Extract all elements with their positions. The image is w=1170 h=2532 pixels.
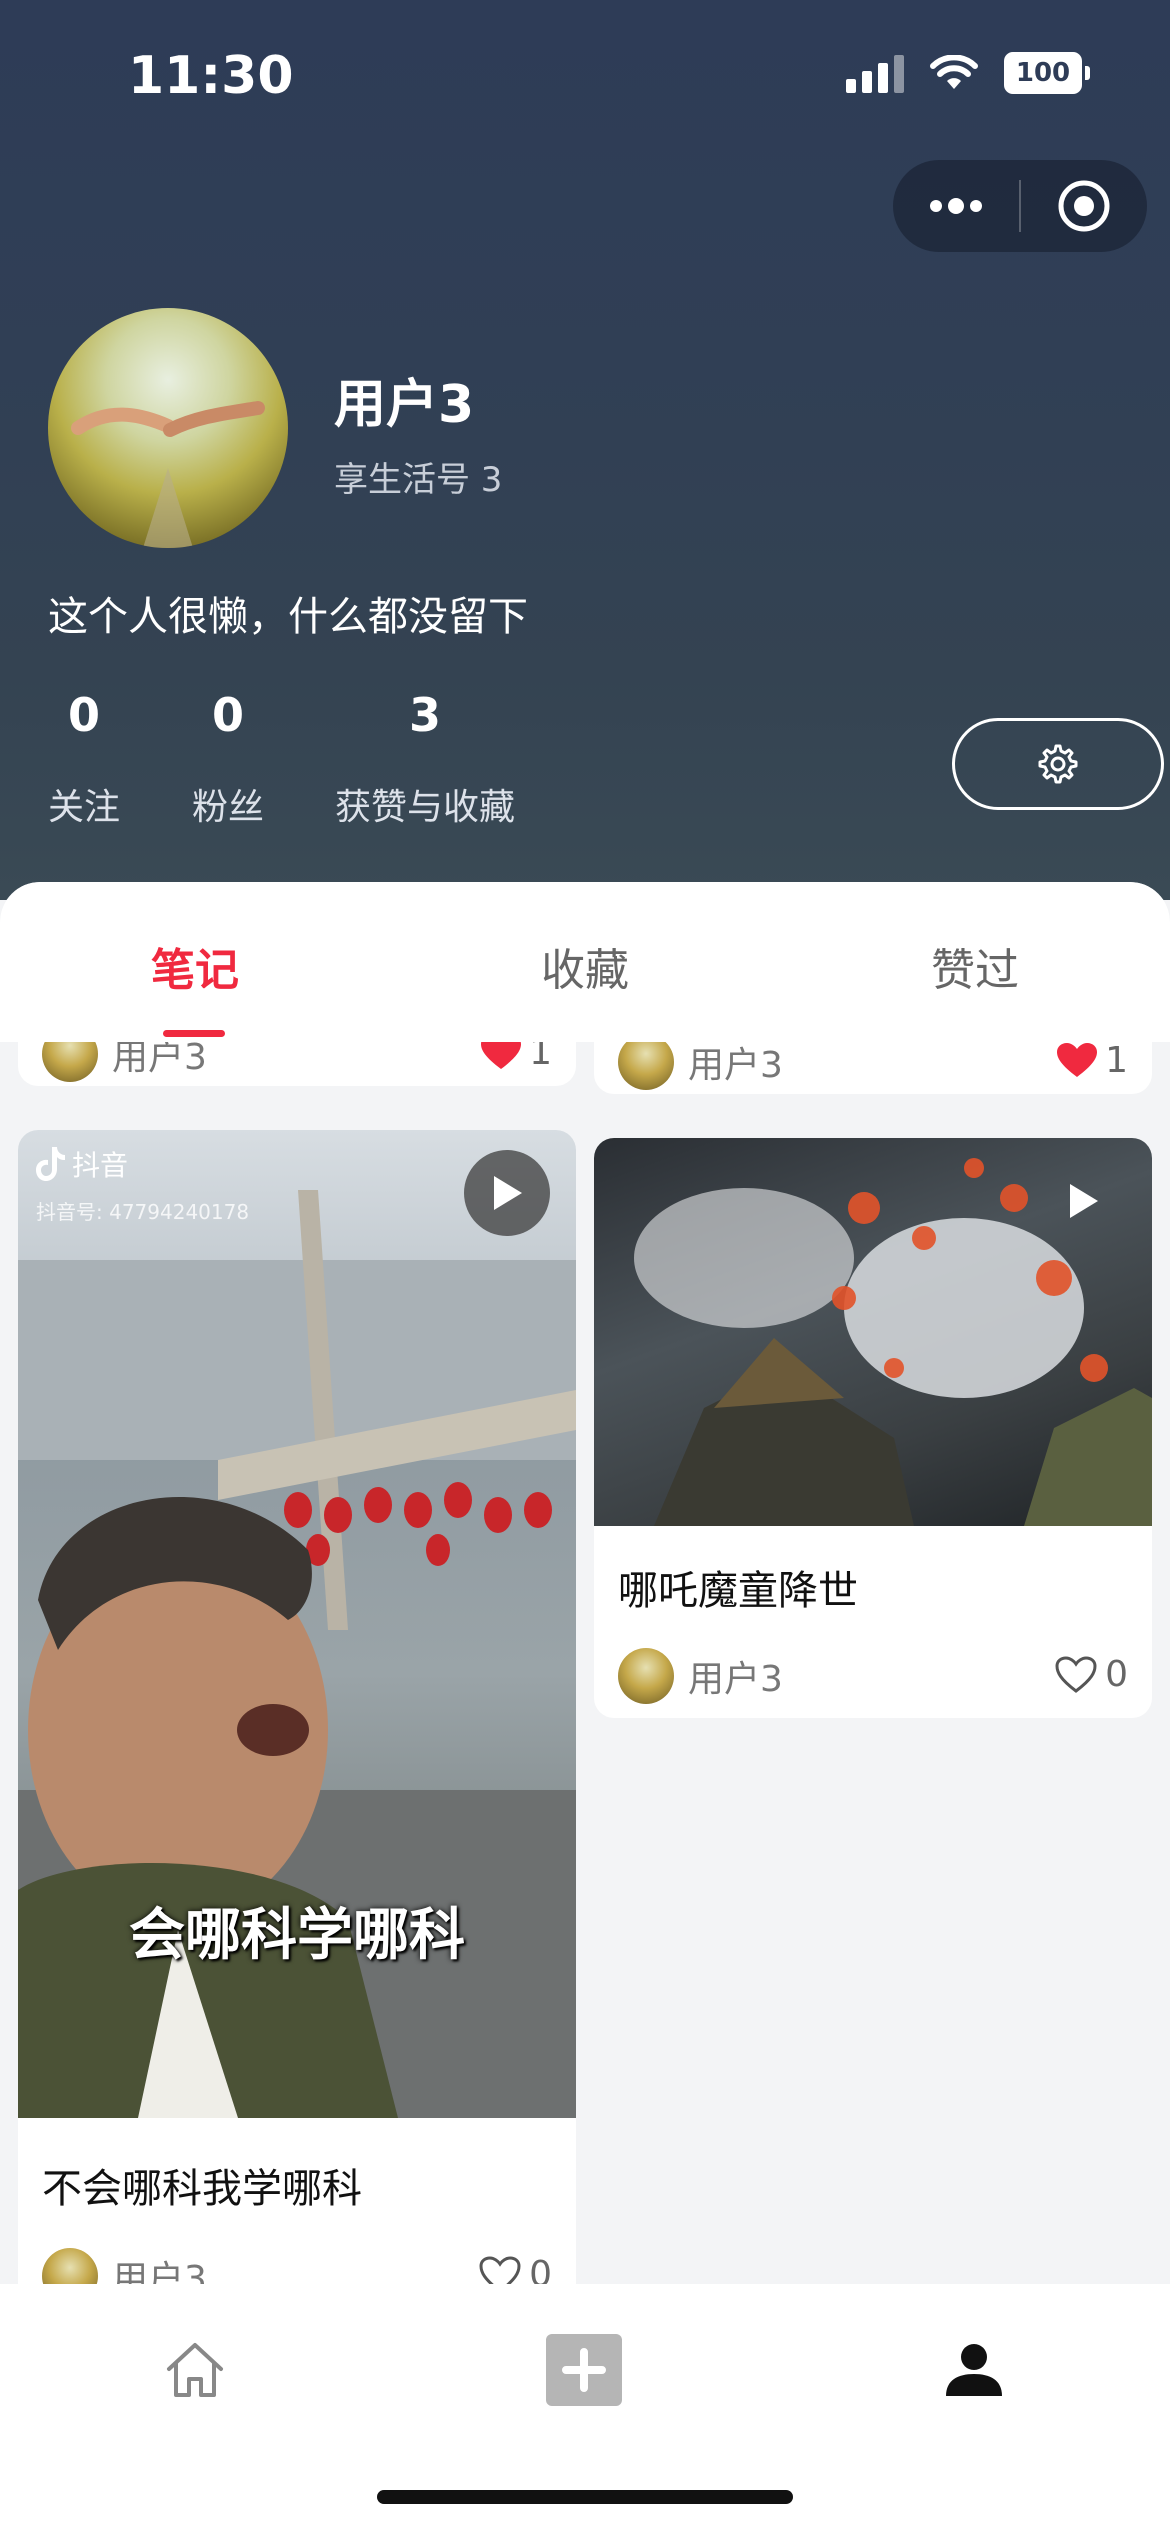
username: 用户3	[334, 375, 475, 435]
close-miniprogram-button[interactable]	[1021, 160, 1147, 252]
douyin-watermark: 抖音	[36, 1144, 128, 1184]
stat-following[interactable]: 0 关注	[48, 692, 120, 830]
nav-home[interactable]	[135, 2320, 255, 2420]
heart-outline-icon	[1055, 1655, 1097, 1693]
like-button[interactable]: 0	[1055, 1654, 1128, 1695]
likes-collects-label: 获赞与收藏	[334, 787, 515, 828]
home-icon	[167, 2343, 223, 2397]
play-button[interactable]	[1040, 1158, 1126, 1244]
post-card-video-right[interactable]: 哪吒魔童降世 用户3 0	[594, 1138, 1152, 1718]
status-icons: 100	[846, 52, 1090, 94]
post-title: 哪吒魔童降世	[618, 1568, 858, 1614]
target-circle-icon	[1058, 180, 1110, 232]
wifi-icon	[930, 55, 978, 89]
add-icon	[546, 2334, 622, 2406]
user-id: 享生活号 3	[334, 460, 503, 500]
status-time: 11:30	[128, 46, 294, 106]
following-label: 关注	[48, 787, 121, 828]
profile-icon	[946, 2344, 1002, 2396]
active-tab-indicator	[163, 1030, 225, 1037]
stat-likes-collects[interactable]: 3 获赞与收藏	[334, 692, 516, 830]
author-avatar	[618, 1034, 674, 1090]
post-card-video-left[interactable]: 抖音 抖音号: 47794240178 会哪科学哪科 不会哪科我学哪科 用户3 …	[18, 1130, 576, 2330]
like-count: 0	[1105, 1654, 1128, 1695]
post-title: 不会哪科我学哪科	[42, 2166, 362, 2212]
video-caption: 会哪科学哪科	[129, 1903, 465, 1968]
author-name: 用户3	[688, 1045, 783, 1086]
avatar-image	[71, 401, 265, 548]
followers-label: 粉丝	[192, 787, 265, 828]
following-count: 0	[67, 688, 100, 742]
like-button[interactable]: 1	[1057, 1040, 1128, 1081]
nav-profile[interactable]	[914, 2320, 1034, 2420]
tab-liked[interactable]: 赞过	[855, 934, 1095, 998]
more-dots-icon	[930, 198, 982, 214]
likes-collects-count: 3	[408, 688, 441, 742]
heart-filled-icon	[1057, 1042, 1098, 1077]
tab-collections[interactable]: 收藏	[465, 934, 705, 998]
play-button[interactable]	[464, 1150, 550, 1236]
video-thumbnail: 抖音 抖音号: 47794240178 会哪科学哪科	[18, 1130, 576, 2120]
post-author: 用户3	[618, 1034, 783, 1090]
signal-icon	[846, 53, 904, 93]
avatar[interactable]	[48, 308, 288, 548]
like-count: 1	[1105, 1040, 1128, 1081]
play-icon	[494, 1176, 522, 1210]
video-thumbnail	[594, 1138, 1152, 1526]
post-author: 用户3	[618, 1648, 783, 1704]
user-bio: 这个人很懒，什么都没留下	[48, 594, 528, 640]
more-button[interactable]	[893, 160, 1019, 252]
tab-notes[interactable]: 笔记	[75, 934, 315, 998]
battery-level: 100	[1004, 52, 1082, 94]
miniprogram-capsule	[893, 160, 1147, 252]
stat-followers[interactable]: 0 粉丝	[192, 692, 264, 830]
settings-button[interactable]	[952, 718, 1164, 810]
nav-add-post[interactable]	[524, 2320, 644, 2420]
followers-count: 0	[211, 688, 244, 742]
watermark-id: 抖音号: 47794240178	[36, 1200, 250, 1224]
tab-bar: 笔记 收藏 赞过	[0, 882, 1170, 1042]
tiktok-logo-icon	[36, 1147, 65, 1181]
play-icon	[1070, 1184, 1098, 1218]
author-avatar	[618, 1648, 674, 1704]
watermark-app-name: 抖音	[72, 1149, 129, 1182]
profile-header: 11:30 100 用户3 享生活号 3 这个人很懒，什么都没留下 0 关注 0…	[0, 0, 1170, 900]
gear-icon	[1038, 744, 1078, 784]
home-indicator	[377, 2490, 793, 2504]
author-name: 用户3	[688, 1659, 783, 1700]
battery-icon: 100	[1004, 52, 1090, 94]
